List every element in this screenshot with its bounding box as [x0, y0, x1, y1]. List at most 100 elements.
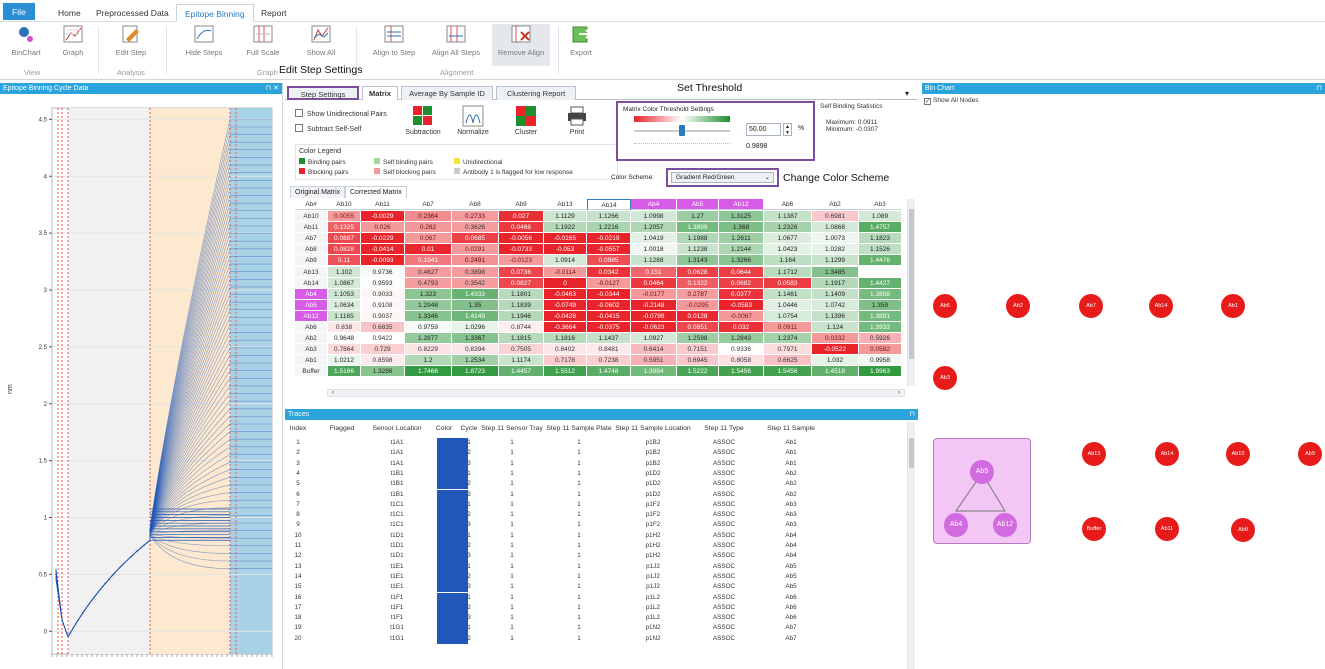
matrix-cell[interactable]: -0.0623 [631, 322, 677, 333]
matrix-cell[interactable]: 1.0018 [631, 244, 677, 256]
export-button[interactable]: Export [565, 24, 597, 57]
bin-node[interactable]: Ab1 [1221, 294, 1245, 318]
matrix-cell[interactable]: 1.3346 [405, 310, 452, 322]
matrix-cell[interactable]: 1.1387 [764, 211, 812, 222]
traces-table-row[interactable]: 20 t1G1 2 1 1 p1N2 ASSOC Ab7 [285, 633, 905, 644]
matrix-cell[interactable]: 1.1526 [859, 244, 902, 256]
matrix-cell[interactable]: -0.0415 [587, 310, 631, 322]
bin-node[interactable]: Buffer [1082, 517, 1106, 541]
trace-color-swatch[interactable] [437, 561, 468, 572]
matrix-cell[interactable]: 1.2948 [405, 299, 452, 311]
matrix-cell[interactable]: 0.9759 [405, 322, 452, 333]
matrix-cell[interactable]: -0.0428 [544, 310, 587, 322]
traces-table-row[interactable]: 11 t1D1 2 1 1 p1H2 ASSOC Ab4 [285, 541, 905, 552]
matrix-cell[interactable]: 0.838 [328, 322, 361, 333]
matrix-cell[interactable]: 0.9033 [361, 288, 405, 300]
matrix-cell[interactable]: 0.1325 [328, 222, 361, 234]
traces-table-row[interactable]: 9 t1C1 3 1 1 p1F2 ASSOC Ab3 [285, 520, 905, 531]
matrix-row-header[interactable]: Ab5 [295, 299, 328, 311]
matrix-cell[interactable]: 1.4333 [452, 288, 499, 300]
matrix-column-header[interactable]: Ab11 [361, 199, 405, 210]
traces-table-row[interactable]: 19 t1G1 1 1 1 p1N2 ASSOC Ab7 [285, 623, 905, 634]
matrix-cell[interactable]: 1.2534 [452, 355, 499, 367]
matrix-cell[interactable]: -0.0295 [677, 299, 719, 311]
matrix-cell[interactable]: 0.2733 [452, 211, 499, 222]
matrix-cell[interactable]: 0.9593 [361, 277, 405, 289]
matrix-cell[interactable]: -0.0229 [361, 233, 405, 245]
tab-matrix[interactable]: Matrix [362, 86, 398, 101]
traces-table-row[interactable]: 3 t1A1 3 1 1 p1B2 ASSOC Ab1 [285, 458, 905, 469]
matrix-cell[interactable]: 1.359 [859, 299, 902, 311]
cycle-data-chart[interactable]: 4.5 4 3.5 3 2.5 2 1.5 1 0.5 0 nm [0, 94, 282, 669]
matrix-cell[interactable]: 0.0377 [719, 288, 764, 300]
matrix-row-header[interactable]: Ab11 [295, 222, 328, 234]
matrix-cell[interactable]: 0.0342 [587, 266, 631, 278]
matrix-cell[interactable]: -0.0583 [719, 299, 764, 311]
show-all-button[interactable]: Show All [301, 24, 341, 57]
tab-step-settings[interactable]: Step Settings [287, 86, 359, 100]
matrix-cell[interactable]: 1.1266 [587, 211, 631, 222]
matrix-cell[interactable]: 1.1839 [499, 299, 544, 311]
matrix-cell[interactable]: 0.0128 [677, 310, 719, 322]
matrix-cell[interactable]: -0.0602 [587, 299, 631, 311]
matrix-cell[interactable]: 0.8744 [499, 322, 544, 333]
traces-table-row[interactable]: 7 t1C1 1 1 1 p1F2 ASSOC Ab3 [285, 499, 905, 511]
matrix-cell[interactable]: 1.1823 [859, 233, 902, 245]
matrix-cell[interactable]: 0.2491 [452, 255, 499, 267]
matrix-cell[interactable]: -0.0056 [499, 233, 544, 245]
matrix-cell[interactable]: 0.0911 [764, 322, 812, 333]
matrix-cell[interactable]: 0.032 [719, 322, 764, 333]
matrix-cell[interactable]: -0.0219 [587, 233, 631, 245]
threshold-spinner[interactable]: ▲ ▼ [783, 123, 792, 136]
matrix-cell[interactable]: 0.2787 [677, 288, 719, 300]
matrix-cell[interactable]: 0.8481 [587, 344, 631, 356]
matrix-cell[interactable]: 1.2216 [587, 222, 631, 234]
matrix-cell[interactable]: 1.2144 [719, 244, 764, 256]
matrix-cell[interactable]: 0.3898 [452, 266, 499, 278]
matrix-cell[interactable]: 1.1299 [812, 255, 859, 267]
matrix-cell[interactable]: 0.0582 [859, 344, 902, 356]
bin-node-ab4[interactable]: Ab4 [944, 513, 968, 537]
traces-column-header[interactable]: Cycle [459, 422, 479, 436]
matrix-cell[interactable]: 1.1946 [499, 310, 544, 322]
matrix-cell[interactable]: 0.8598 [361, 355, 405, 367]
matrix-cell[interactable]: 0.5951 [631, 355, 677, 367]
matrix-cell[interactable]: 0.6835 [361, 322, 405, 333]
matrix-cell[interactable]: 1.0742 [812, 299, 859, 311]
matrix-cell[interactable]: -0.3664 [544, 322, 587, 333]
matrix-cell[interactable]: -0.0165 [544, 233, 587, 245]
matrix-cell[interactable]: 1.0914 [544, 255, 587, 267]
matrix-cell[interactable]: 0.8229 [405, 344, 452, 356]
matrix-cell[interactable]: 1.5456 [719, 366, 764, 378]
traces-vertical-scrollbar[interactable] [907, 422, 915, 669]
bin-node[interactable]: Ab3 [933, 366, 957, 390]
matrix-cell[interactable]: 0.6625 [764, 355, 812, 367]
matrix-row-header[interactable]: Ab2 [295, 333, 328, 345]
traces-table-row[interactable]: 1 t1A1 1 1 1 p1B2 ASSOC Ab1 [285, 438, 905, 449]
traces-column-header[interactable]: Step 11 Type [692, 422, 756, 436]
traces-table-row[interactable]: 4 t1B1 1 1 1 p1D2 ASSOC Ab2 [285, 468, 905, 480]
matrix-cell[interactable]: 1.2 [405, 355, 452, 367]
matrix-cell[interactable]: 0.6945 [677, 355, 719, 367]
trace-color-swatch[interactable] [437, 541, 468, 552]
matrix-cell[interactable]: 1.0423 [764, 244, 812, 256]
matrix-cell[interactable]: 1.1712 [764, 266, 812, 278]
matrix-cell[interactable]: -0.0067 [719, 310, 764, 322]
matrix-column-header[interactable]: Ab3 [859, 199, 902, 210]
matrix-cell[interactable]: 1.4476 [859, 255, 902, 267]
matrix-cell[interactable]: -0.0375 [587, 322, 631, 333]
matrix-cell[interactable]: 1.5166 [328, 366, 361, 378]
matrix-cell[interactable]: -0.0127 [587, 277, 631, 289]
matrix-cell[interactable]: 0.3626 [452, 222, 499, 234]
matrix-cell[interactable]: 0.1941 [405, 255, 452, 267]
matrix-cell[interactable]: 0.9108 [361, 299, 405, 311]
matrix-cell[interactable]: -0.0749 [544, 299, 587, 311]
matrix-cell[interactable]: 0.8058 [719, 355, 764, 367]
matrix-cell[interactable]: 0.9736 [361, 266, 405, 278]
trace-color-swatch[interactable] [437, 592, 468, 603]
matrix-column-header[interactable]: Ab10 [328, 199, 361, 210]
matrix-cell[interactable]: 0.0828 [328, 244, 361, 256]
panel-close-icon[interactable]: ⊓ ✕ [266, 83, 279, 94]
matrix-row-header[interactable]: Ab9 [295, 255, 328, 267]
bin-node[interactable]: Ab6 [933, 294, 957, 318]
